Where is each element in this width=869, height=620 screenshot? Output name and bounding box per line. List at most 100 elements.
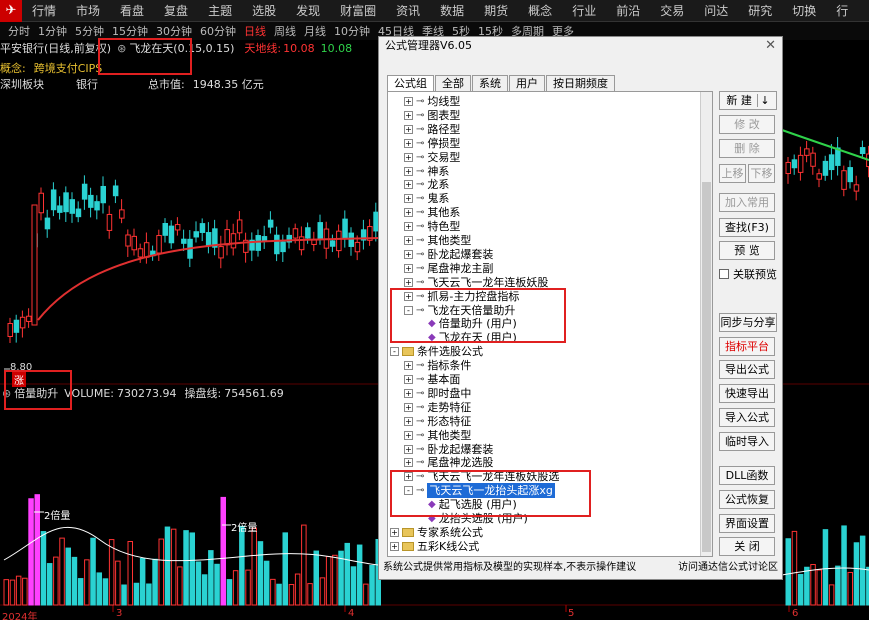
tree-item-12[interactable]: + ⊸ 尾盘神龙主副 bbox=[404, 261, 493, 276]
forum-link[interactable]: 访问通达信公式讨论区 bbox=[678, 559, 778, 577]
tree-item-6[interactable]: + ⊸ 龙系 bbox=[404, 177, 449, 192]
menu-item-1[interactable]: 市场 bbox=[66, 0, 110, 22]
expand-icon[interactable]: + bbox=[404, 263, 413, 273]
expand-icon[interactable]: + bbox=[404, 375, 413, 384]
linked-preview-box[interactable] bbox=[719, 269, 729, 279]
collapse-icon[interactable]: - bbox=[390, 347, 399, 357]
menu-item-18[interactable]: 行 bbox=[826, 0, 858, 22]
menu-item-2[interactable]: 看盘 bbox=[110, 0, 154, 22]
tree-item-23[interactable]: + ⊸ 形态特征 bbox=[404, 414, 471, 429]
tree-scrollbar[interactable] bbox=[700, 92, 712, 556]
expand-icon[interactable]: + bbox=[404, 458, 413, 468]
menu-item-7[interactable]: 财富圈 bbox=[330, 0, 386, 22]
menu-item-11[interactable]: 概念 bbox=[518, 0, 562, 22]
concept-value[interactable]: 跨境支付CIPS bbox=[34, 60, 103, 76]
expand-icon[interactable]: + bbox=[404, 236, 413, 245]
expand-icon[interactable]: + bbox=[404, 388, 413, 398]
period-2[interactable]: 5分钟 bbox=[71, 23, 108, 39]
period-4[interactable]: 30分钟 bbox=[152, 23, 196, 39]
menu-item-14[interactable]: 交易 bbox=[650, 0, 694, 22]
ui-settings-button[interactable]: 界面设置 bbox=[719, 514, 775, 533]
period-5[interactable]: 60分钟 bbox=[196, 23, 240, 39]
expand-icon[interactable]: + bbox=[404, 138, 413, 148]
period-6[interactable]: 日线 bbox=[240, 23, 270, 39]
expand-icon[interactable]: + bbox=[404, 124, 413, 134]
modify-button[interactable]: 修 改 bbox=[719, 115, 775, 134]
tree-item-32[interactable]: + 五彩K线公式 bbox=[390, 539, 479, 554]
tree-item-19[interactable]: + ⊸ 指标条件 bbox=[404, 358, 471, 373]
tree-item-7[interactable]: + ⊸ 鬼系 bbox=[404, 191, 449, 206]
expand-icon[interactable]: + bbox=[404, 444, 413, 454]
find-button[interactable]: 查找(F3) bbox=[719, 218, 775, 237]
tree-item-21[interactable]: + ⊸ 即时盘中 bbox=[404, 386, 471, 401]
tab-0[interactable]: 公式组 bbox=[387, 75, 434, 91]
tree-item-26[interactable]: + ⊸ 尾盘神龙选股 bbox=[404, 455, 493, 470]
menu-item-13[interactable]: 前沿 bbox=[606, 0, 650, 22]
tree-item-11[interactable]: + ⊸ 卧龙起爆套装 bbox=[404, 247, 493, 262]
tree-item-2[interactable]: + ⊸ 路径型 bbox=[404, 122, 460, 137]
menu-item-16[interactable]: 研究 bbox=[738, 0, 782, 22]
expand-icon[interactable]: + bbox=[404, 277, 413, 287]
menu-item-8[interactable]: 资讯 bbox=[386, 0, 430, 22]
expand-icon[interactable]: + bbox=[390, 541, 399, 551]
period-3[interactable]: 15分钟 bbox=[108, 23, 152, 39]
tab-4[interactable]: 按日期频度 bbox=[546, 75, 615, 91]
tree-item-31[interactable]: + 专家系统公式 bbox=[390, 525, 483, 540]
indicator-platform-button[interactable]: 指标平台 bbox=[719, 337, 775, 356]
tree-item-0[interactable]: + ⊸ 均线型 bbox=[404, 94, 460, 109]
menu-item-12[interactable]: 行业 bbox=[562, 0, 606, 22]
delete-button[interactable]: 删 除 bbox=[719, 139, 775, 158]
tab-1[interactable]: 全部 bbox=[435, 75, 471, 91]
tree-item-10[interactable]: + ⊸ 其他类型 bbox=[404, 233, 471, 248]
menu-item-9[interactable]: 数据 bbox=[430, 0, 474, 22]
period-7[interactable]: 周线 bbox=[270, 23, 300, 39]
period-9[interactable]: 10分钟 bbox=[330, 23, 374, 39]
expand-icon[interactable]: + bbox=[404, 416, 413, 426]
tree-item-9[interactable]: + ⊸ 特色型 bbox=[404, 219, 460, 234]
expand-icon[interactable]: + bbox=[404, 402, 413, 412]
expand-icon[interactable]: + bbox=[404, 180, 413, 190]
sync-share-button[interactable]: 同步与分享 bbox=[719, 313, 777, 332]
menu-item-0[interactable]: 行情 bbox=[22, 0, 66, 22]
close-button[interactable]: 关 闭 bbox=[719, 537, 775, 556]
preview-button[interactable]: 预 览 bbox=[719, 241, 775, 260]
menu-item-10[interactable]: 期货 bbox=[474, 0, 518, 22]
expand-icon[interactable]: + bbox=[404, 152, 413, 162]
menu-item-4[interactable]: 主题 bbox=[198, 0, 242, 22]
menu-item-5[interactable]: 选股 bbox=[242, 0, 286, 22]
menu-item-6[interactable]: 发现 bbox=[286, 0, 330, 22]
tree-item-22[interactable]: + ⊸ 走势特征 bbox=[404, 400, 471, 415]
expand-icon[interactable]: + bbox=[404, 194, 413, 204]
app-logo-icon[interactable]: ✈ bbox=[0, 0, 22, 22]
tree-item-1[interactable]: + ⊸ 图表型 bbox=[404, 108, 460, 123]
close-icon[interactable]: ✕ bbox=[765, 37, 776, 55]
expand-icon[interactable]: + bbox=[390, 527, 399, 537]
expand-icon[interactable]: + bbox=[404, 249, 413, 259]
import-formula-button[interactable]: 导入公式 bbox=[719, 408, 775, 427]
tree-item-20[interactable]: + ⊸ 基本面 bbox=[404, 372, 460, 387]
expand-icon[interactable]: + bbox=[404, 361, 413, 371]
tree-item-5[interactable]: + ⊸ 神系 bbox=[404, 164, 449, 179]
move-up-button[interactable]: 上移 bbox=[719, 164, 746, 183]
period-0[interactable]: 分时 bbox=[4, 23, 34, 39]
temp-import-button[interactable]: 临时导入 bbox=[719, 432, 775, 451]
tree-item-3[interactable]: + ⊸ 停损型 bbox=[404, 136, 460, 151]
add-common-button[interactable]: 加入常用 bbox=[719, 193, 775, 212]
period-1[interactable]: 1分钟 bbox=[34, 23, 71, 39]
expand-icon[interactable]: + bbox=[404, 430, 413, 440]
expand-icon[interactable]: + bbox=[404, 222, 413, 232]
tree-scroll-thumb[interactable] bbox=[702, 182, 711, 552]
linked-preview-checkbox[interactable]: 关联预览 bbox=[719, 266, 777, 282]
expand-icon[interactable]: + bbox=[404, 110, 413, 120]
tree-item-24[interactable]: + ⊸ 其他类型 bbox=[404, 428, 471, 443]
tree-item-18[interactable]: - 条件选股公式 bbox=[390, 344, 483, 359]
menu-item-17[interactable]: 切换 bbox=[782, 0, 826, 22]
expand-icon[interactable]: + bbox=[404, 208, 413, 218]
expand-icon[interactable]: + bbox=[404, 97, 413, 106]
tab-3[interactable]: 用户 bbox=[509, 75, 545, 91]
menu-item-15[interactable]: 问达 bbox=[694, 0, 738, 22]
tree-item-25[interactable]: + ⊸ 卧龙起爆套装 bbox=[404, 442, 493, 457]
expand-icon[interactable]: + bbox=[404, 166, 413, 176]
dll-function-button[interactable]: DLL函数 bbox=[719, 466, 775, 485]
move-down-button[interactable]: 下移 bbox=[748, 164, 775, 183]
